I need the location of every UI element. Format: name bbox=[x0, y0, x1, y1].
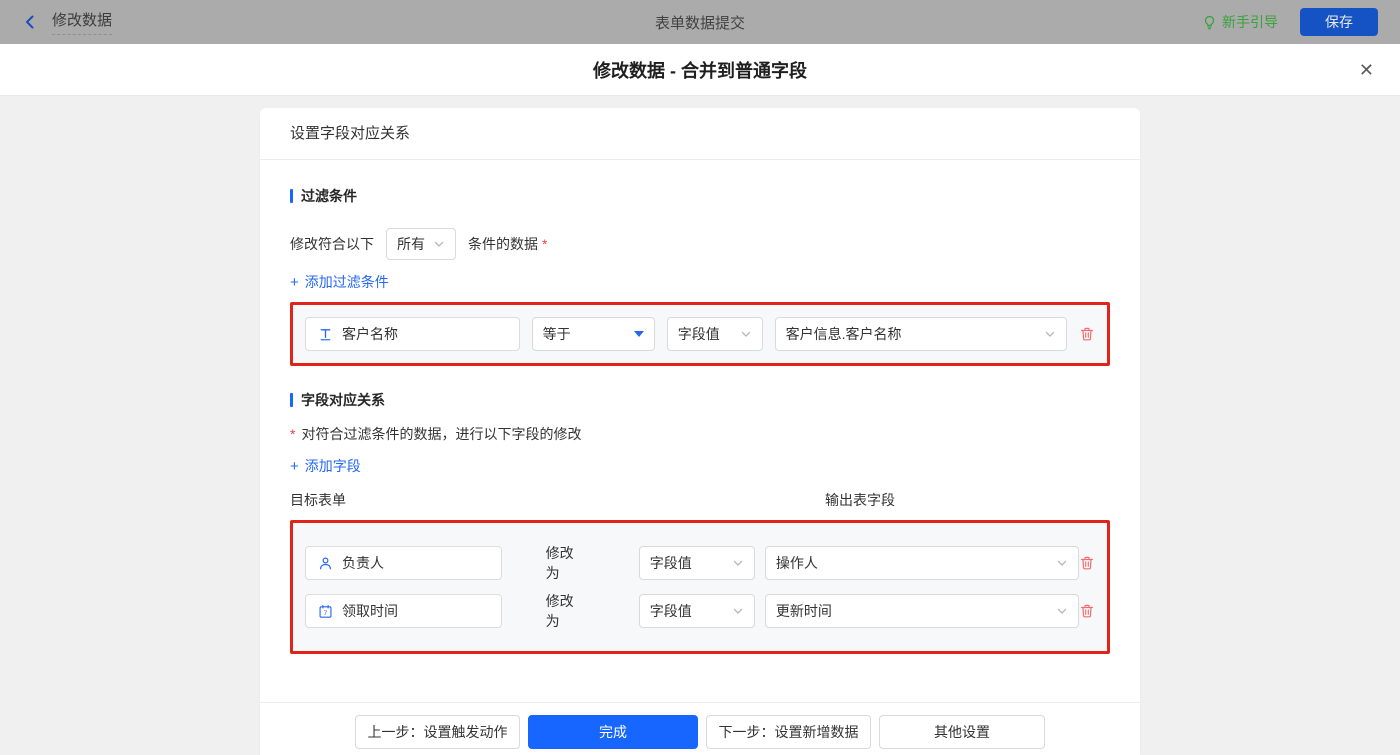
trash-icon bbox=[1080, 327, 1094, 341]
guide-label: 新手引导 bbox=[1222, 14, 1278, 30]
operator-value: 等于 bbox=[542, 326, 571, 342]
add-field-link[interactable]: + 添加字段 bbox=[290, 456, 361, 476]
mapping-note-text: 对符合过滤条件的数据，进行以下字段的修改 bbox=[301, 426, 582, 442]
save-button[interactable]: 保存 bbox=[1300, 8, 1378, 36]
back-chevron-icon bbox=[26, 15, 34, 29]
mapping-row: 7 领取时间 修改为 字段值 更新时间 bbox=[305, 591, 1095, 631]
chevron-down-icon bbox=[1057, 608, 1067, 614]
operator-select[interactable]: 等于 bbox=[531, 317, 655, 351]
other-settings-button[interactable]: 其他设置 bbox=[879, 714, 1045, 749]
filter-section-label: 过滤条件 bbox=[301, 188, 357, 204]
filter-condition-row: 客户名称 等于 字段值 客户信息.客户名称 bbox=[293, 305, 1107, 363]
match-condition-row: 修改符合以下 所有 条件的数据 * bbox=[290, 228, 1110, 260]
delete-row-button[interactable] bbox=[1079, 555, 1095, 571]
back-button[interactable] bbox=[22, 14, 38, 30]
match-type-value: 所有 bbox=[397, 236, 425, 252]
plus-icon: + bbox=[290, 273, 299, 291]
plus-icon: + bbox=[290, 457, 299, 475]
chevron-down-icon bbox=[741, 331, 750, 337]
output-field-select[interactable]: 更新时间 bbox=[764, 594, 1079, 628]
mapping-row: 负责人 修改为 字段值 操作人 bbox=[305, 543, 1095, 583]
match-suffix-label: 条件的数据 bbox=[468, 236, 538, 252]
target-form-column-header: 目标表单 bbox=[290, 492, 346, 508]
modal-header: 修改数据 - 合并到普通字段 ✕ bbox=[0, 44, 1400, 96]
filter-field-value: 客户名称 bbox=[342, 326, 398, 342]
section-accent-bar bbox=[290, 189, 293, 203]
prev-step-button[interactable]: 上一步：设置触发动作 bbox=[355, 714, 520, 749]
chevron-down-icon bbox=[1057, 560, 1067, 566]
calendar-icon: 7 bbox=[319, 604, 332, 618]
target-field-value: 领取时间 bbox=[342, 603, 398, 619]
output-field-value: 更新时间 bbox=[775, 603, 832, 619]
delete-condition-button[interactable] bbox=[1079, 326, 1095, 342]
lightbulb-icon bbox=[1204, 15, 1215, 29]
card-title: 设置字段对应关系 bbox=[260, 108, 1140, 160]
mapping-note: * 对符合过滤条件的数据，进行以下字段的修改 bbox=[290, 424, 1110, 444]
mapping-column-headers: 目标表单 输出表字段 bbox=[290, 490, 1110, 510]
modal-body: 设置字段对应关系 过滤条件 修改符合以下 所有 条件的数据 * + 添加过滤条件 bbox=[0, 96, 1400, 755]
required-mark: * bbox=[290, 426, 296, 442]
done-button[interactable]: 完成 bbox=[528, 714, 698, 749]
svg-text:7: 7 bbox=[324, 609, 328, 616]
next-step-button[interactable]: 下一步：设置新增数据 bbox=[706, 714, 871, 749]
target-field-input[interactable]: 负责人 bbox=[305, 546, 502, 580]
highlight-box-filter: 客户名称 等于 字段值 客户信息.客户名称 bbox=[290, 302, 1110, 366]
trash-icon bbox=[1080, 556, 1094, 570]
app-topbar: 修改数据 表单数据提交 新手引导 保存 bbox=[0, 0, 1400, 44]
add-field-label: 添加字段 bbox=[304, 458, 361, 474]
chevron-down-icon bbox=[1045, 331, 1055, 337]
modify-to-label: 修改为 bbox=[545, 593, 574, 629]
value-type-value: 字段值 bbox=[677, 326, 720, 342]
delete-row-button[interactable] bbox=[1079, 603, 1095, 619]
filter-value-select[interactable]: 客户信息.客户名称 bbox=[774, 317, 1067, 351]
mapping-rows: 负责人 修改为 字段值 操作人 7 领取时间 修改为 字段值 更新时间 bbox=[293, 523, 1107, 651]
chevron-down-icon bbox=[733, 608, 743, 614]
text-field-icon bbox=[320, 328, 331, 340]
mapping-section-title: 字段对应关系 bbox=[290, 390, 1110, 410]
value-type-value: 字段值 bbox=[649, 555, 692, 571]
output-field-column-header: 输出表字段 bbox=[825, 492, 895, 508]
match-type-select[interactable]: 所有 bbox=[386, 228, 456, 260]
target-field-value: 负责人 bbox=[342, 555, 384, 571]
target-field-input[interactable]: 7 领取时间 bbox=[305, 594, 502, 628]
output-field-select[interactable]: 操作人 bbox=[764, 546, 1079, 580]
add-filter-label: 添加过滤条件 bbox=[304, 274, 389, 290]
close-icon[interactable]: ✕ bbox=[1359, 61, 1374, 79]
highlight-box-mapping: 负责人 修改为 字段值 操作人 7 领取时间 修改为 字段值 更新时间 bbox=[290, 520, 1110, 654]
value-type-value: 字段值 bbox=[649, 603, 692, 619]
match-prefix-label: 修改符合以下 bbox=[290, 236, 374, 252]
trash-icon bbox=[1080, 604, 1094, 618]
required-mark: * bbox=[542, 236, 548, 252]
settings-card: 设置字段对应关系 过滤条件 修改符合以下 所有 条件的数据 * + 添加过滤条件 bbox=[260, 108, 1140, 755]
value-type-select[interactable]: 字段值 bbox=[638, 546, 755, 580]
card-footer: 上一步：设置触发动作 完成 下一步：设置新增数据 其他设置 bbox=[260, 702, 1140, 755]
filter-value: 客户信息.客户名称 bbox=[785, 326, 902, 342]
flow-name-editable[interactable]: 修改数据 bbox=[52, 9, 113, 35]
chevron-down-icon bbox=[733, 560, 743, 566]
filter-field-input[interactable]: 客户名称 bbox=[305, 317, 520, 351]
page-title: 表单数据提交 bbox=[654, 14, 745, 32]
value-type-select[interactable]: 字段值 bbox=[638, 594, 755, 628]
section-accent-bar bbox=[290, 393, 293, 407]
modify-to-label: 修改为 bbox=[545, 545, 574, 581]
mapping-section-label: 字段对应关系 bbox=[301, 392, 385, 408]
filter-section-title: 过滤条件 bbox=[290, 186, 1110, 206]
output-field-value: 操作人 bbox=[775, 555, 818, 571]
beginner-guide-link[interactable]: 新手引导 bbox=[1202, 12, 1278, 32]
user-icon bbox=[320, 557, 331, 569]
chevron-down-icon bbox=[434, 241, 444, 247]
add-filter-condition-link[interactable]: + 添加过滤条件 bbox=[290, 272, 389, 292]
caret-down-icon bbox=[633, 331, 644, 337]
value-type-select[interactable]: 字段值 bbox=[666, 317, 763, 351]
modal-title: 修改数据 - 合并到普通字段 bbox=[593, 60, 807, 81]
